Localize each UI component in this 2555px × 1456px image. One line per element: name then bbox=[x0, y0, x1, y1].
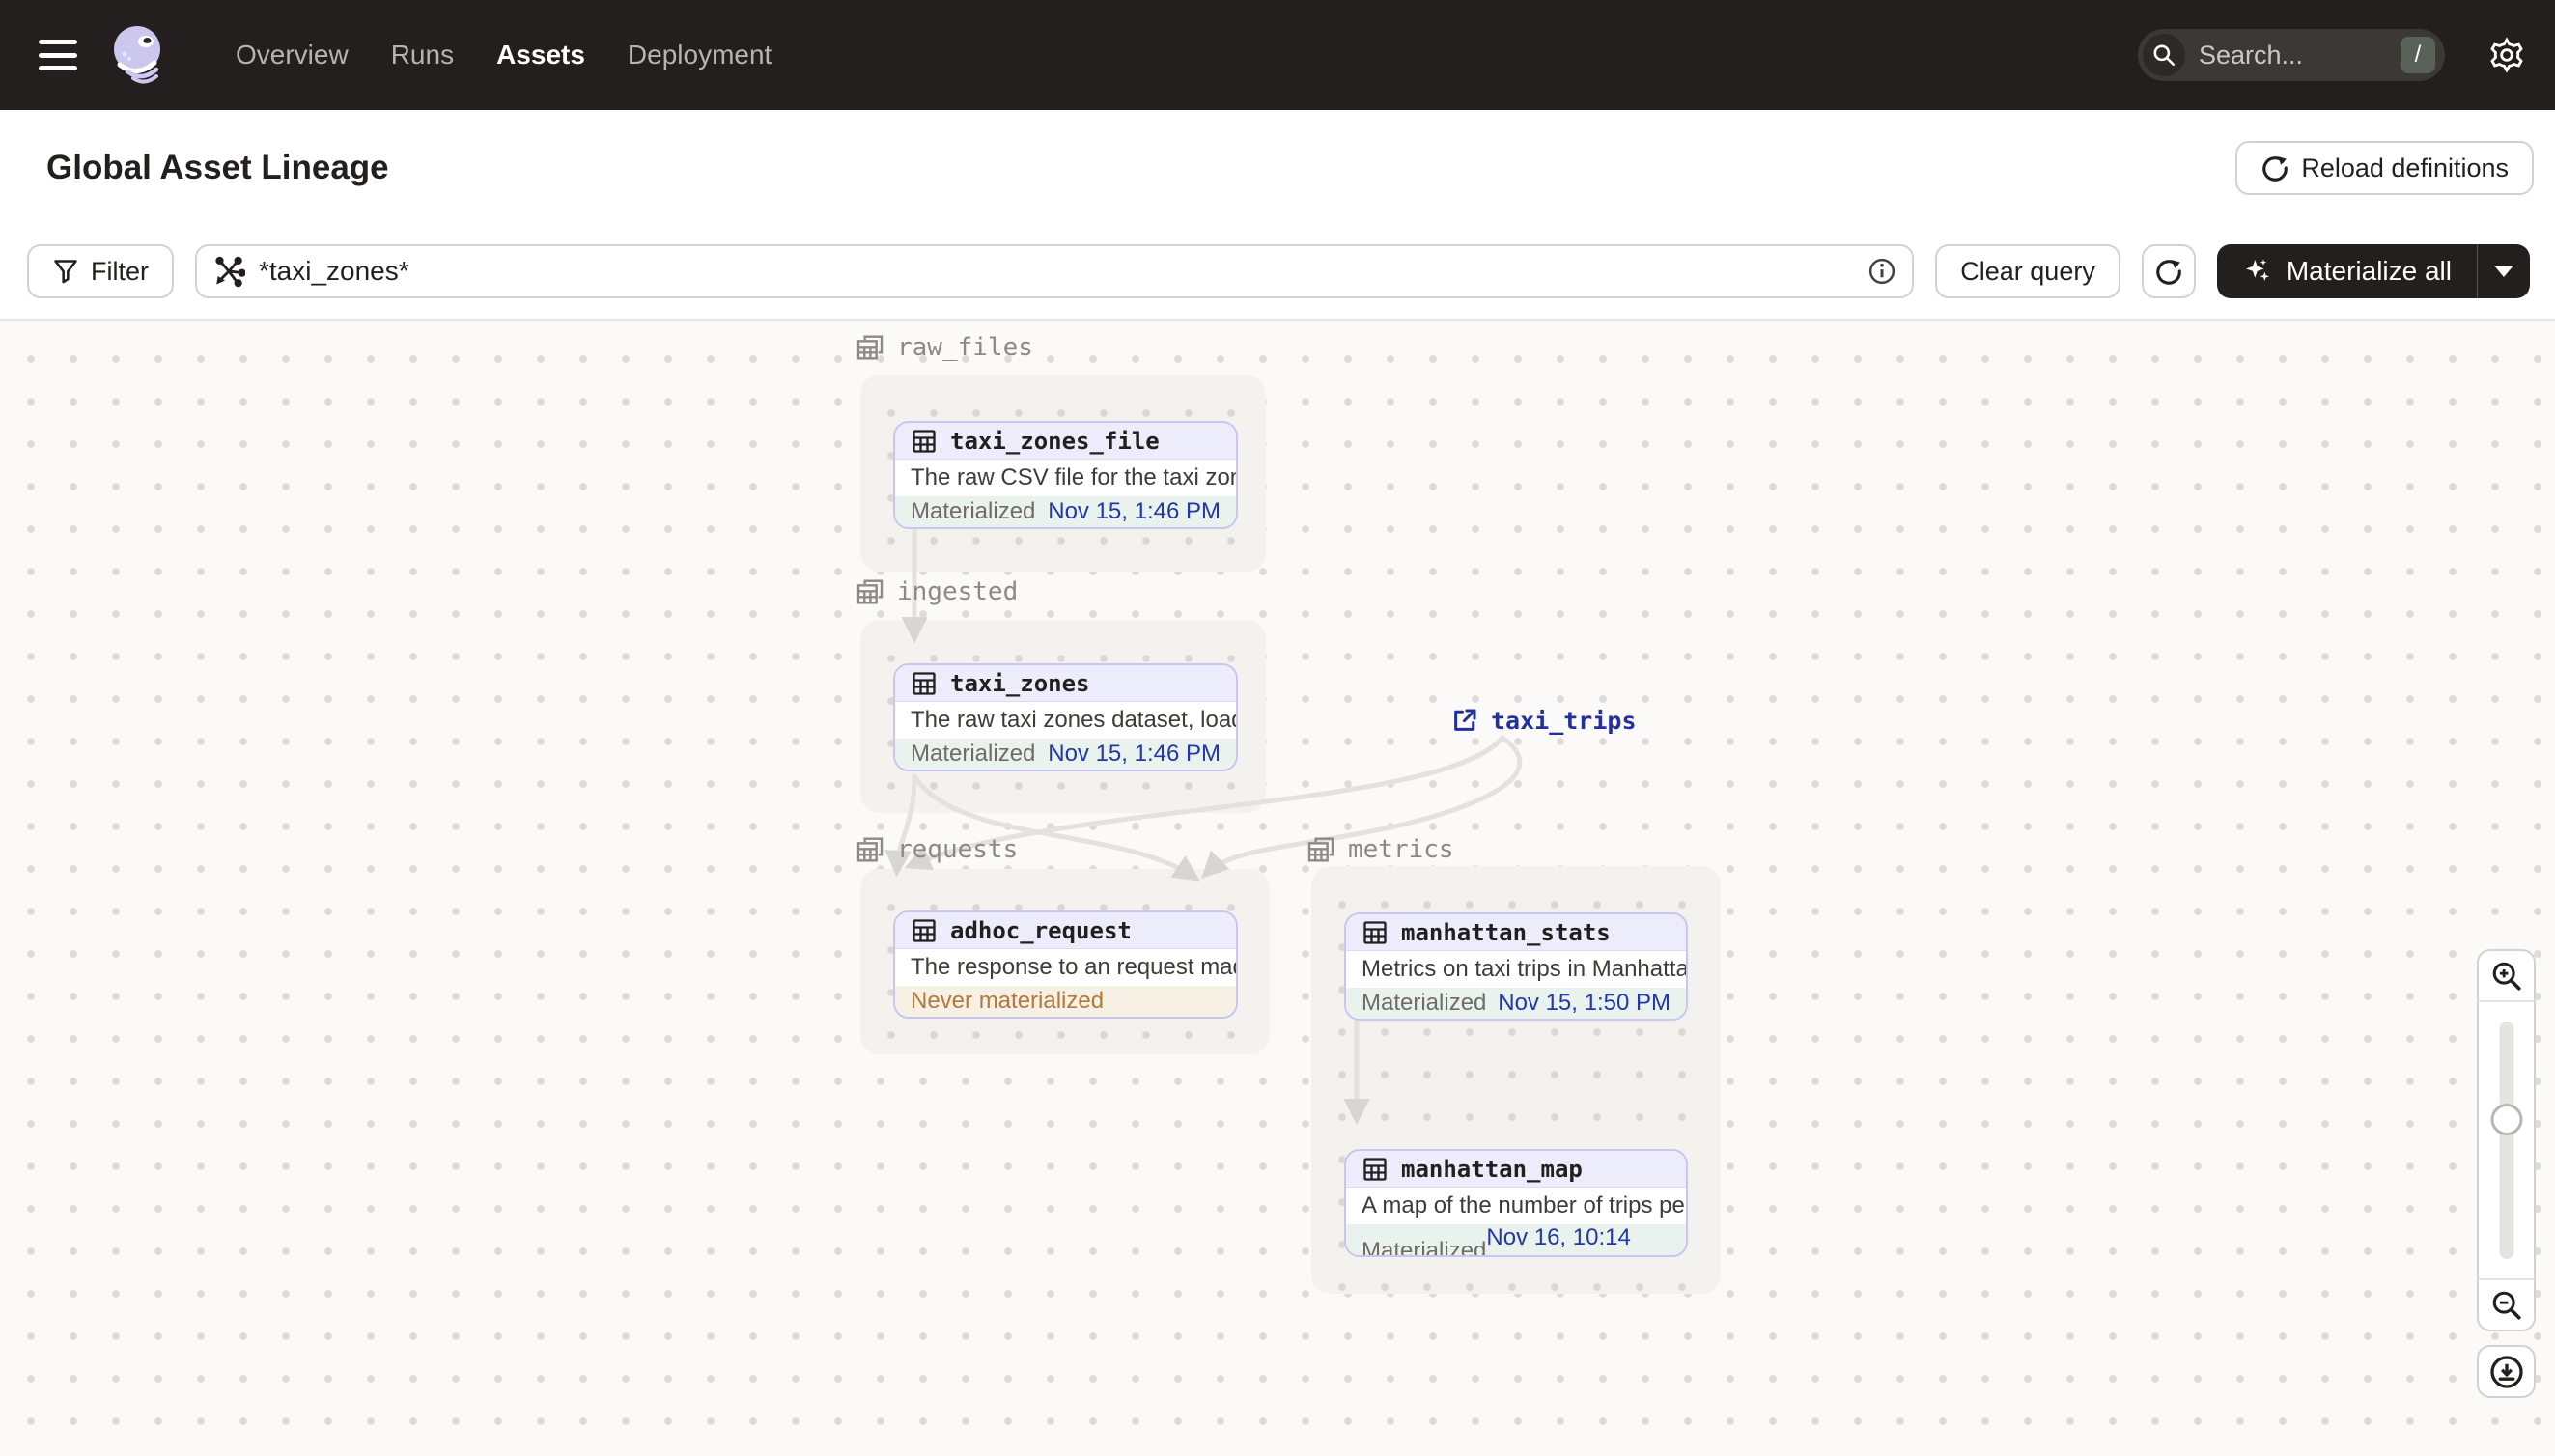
nav-item-runs[interactable]: Runs bbox=[391, 40, 454, 70]
reload-definitions-button[interactable]: Reload definitions bbox=[2235, 141, 2534, 195]
top-nav-bar: Overview Runs Assets Deployment / bbox=[0, 0, 2555, 110]
search-shortcut-badge: / bbox=[2401, 37, 2435, 73]
nav-item-deployment[interactable]: Deployment bbox=[628, 40, 772, 70]
status-timestamp[interactable]: Nov 15, 1:46 PM bbox=[1048, 498, 1221, 525]
table-group-icon bbox=[856, 837, 884, 862]
info-icon[interactable] bbox=[1867, 257, 1896, 286]
zoom-in-icon bbox=[2492, 962, 2521, 991]
asset-description: Metrics on taxi trips in Manhattan bbox=[1346, 951, 1686, 988]
group-label-metrics[interactable]: metrics bbox=[1306, 830, 1454, 869]
status-timestamp[interactable]: Nov 16, 10:14 AM bbox=[1486, 1224, 1671, 1255]
group-label-requests[interactable]: requests bbox=[855, 830, 1018, 869]
zoom-controls bbox=[2477, 949, 2536, 1398]
asset-query-field[interactable] bbox=[195, 244, 1915, 298]
table-group-icon bbox=[1307, 837, 1334, 862]
materialize-options-dropdown[interactable] bbox=[2478, 244, 2530, 298]
materialize-all-split-button: Materialize all bbox=[2216, 244, 2530, 298]
asset-name: adhoc_request bbox=[950, 916, 1132, 944]
asset-name: taxi_zones_file bbox=[950, 427, 1160, 455]
asset-node-manhattan-map[interactable]: manhattan_map A map of the number of tri… bbox=[1344, 1149, 1688, 1257]
asset-status-row: Materialized Nov 16, 10:14 AM bbox=[1346, 1224, 1686, 1257]
nav-links: Overview Runs Assets Deployment bbox=[236, 40, 772, 70]
page-header: Global Asset Lineage Reload definitions … bbox=[0, 110, 2555, 321]
asset-query-input[interactable] bbox=[259, 256, 1855, 287]
lineage-toolbar: Filter Clear query bbox=[0, 244, 2555, 298]
asset-status-row: Materialized Nov 15, 1:50 PM bbox=[1346, 988, 1686, 1019]
zoom-slider-track[interactable] bbox=[2499, 1022, 2513, 1259]
asset-description: The raw CSV file for the taxi zones dat.… bbox=[895, 460, 1236, 496]
menu-icon[interactable] bbox=[39, 40, 77, 70]
search-icon bbox=[2143, 34, 2185, 76]
asset-node-manhattan-stats[interactable]: manhattan_stats Metrics on taxi trips in… bbox=[1344, 912, 1688, 1021]
global-search[interactable]: / bbox=[2138, 29, 2445, 81]
download-icon bbox=[2489, 1355, 2523, 1388]
table-icon bbox=[1363, 920, 1387, 944]
table-icon bbox=[912, 671, 936, 695]
settings-gear-icon[interactable] bbox=[2485, 34, 2528, 76]
table-group-icon bbox=[856, 579, 884, 604]
lineage-edges bbox=[884, 528, 1523, 1126]
group-label-raw-files[interactable]: raw_files bbox=[855, 328, 1033, 367]
lineage-graph-icon bbox=[215, 256, 245, 288]
search-input[interactable] bbox=[2185, 40, 2401, 70]
refresh-icon bbox=[2262, 156, 2288, 182]
nav-item-assets[interactable]: Assets bbox=[496, 40, 585, 70]
status-timestamp[interactable]: Nov 15, 1:50 PM bbox=[1498, 990, 1671, 1017]
asset-description: The response to an request made in th... bbox=[895, 949, 1236, 986]
sparkle-icon bbox=[2245, 259, 2269, 281]
download-view-button[interactable] bbox=[2477, 1345, 2536, 1398]
clear-query-button[interactable]: Clear query bbox=[1935, 244, 2120, 298]
zoom-slider[interactable] bbox=[2477, 1000, 2536, 1280]
chevron-down-icon bbox=[2494, 266, 2513, 277]
status-label: Materialized bbox=[1362, 1238, 1487, 1257]
status-label: Materialized bbox=[1362, 990, 1487, 1016]
status-label: Materialized bbox=[911, 741, 1036, 767]
asset-name: taxi_zones bbox=[950, 669, 1090, 697]
zoom-out-button[interactable] bbox=[2477, 1278, 2536, 1331]
status-label: Never materialized bbox=[911, 988, 1105, 1014]
status-label: Materialized bbox=[911, 498, 1036, 524]
external-asset-taxi-trips[interactable]: taxi_trips bbox=[1450, 703, 1637, 738]
funnel-icon bbox=[54, 260, 77, 284]
table-icon bbox=[912, 429, 936, 453]
external-link-icon bbox=[1454, 709, 1476, 731]
table-group-icon bbox=[856, 335, 884, 360]
asset-name: manhattan_stats bbox=[1401, 918, 1611, 946]
group-label-ingested[interactable]: ingested bbox=[855, 573, 1018, 611]
asset-description: A map of the number of trips per taxi z.… bbox=[1346, 1188, 1686, 1224]
asset-description: The raw taxi zones dataset, loaded int..… bbox=[895, 702, 1236, 739]
refresh-graph-button[interactable] bbox=[2141, 244, 2196, 298]
zoom-slider-handle[interactable] bbox=[2490, 1104, 2522, 1135]
status-timestamp[interactable]: Nov 15, 1:46 PM bbox=[1048, 741, 1221, 768]
asset-node-adhoc-request[interactable]: adhoc_request The response to an request… bbox=[893, 910, 1238, 1019]
zoom-out-icon bbox=[2492, 1291, 2521, 1320]
asset-status-row: Materialized Nov 15, 1:46 PM bbox=[895, 739, 1236, 770]
page-title: Global Asset Lineage bbox=[46, 149, 389, 186]
table-icon bbox=[912, 918, 936, 942]
asset-node-taxi-zones-file[interactable]: taxi_zones_file The raw CSV file for the… bbox=[893, 421, 1238, 529]
filter-button[interactable]: Filter bbox=[27, 244, 174, 298]
zoom-in-button[interactable] bbox=[2477, 949, 2536, 1002]
dagster-logo-icon[interactable] bbox=[108, 22, 168, 88]
refresh-icon bbox=[2156, 260, 2181, 285]
table-icon bbox=[1363, 1157, 1387, 1181]
asset-node-taxi-zones[interactable]: taxi_zones The raw taxi zones dataset, l… bbox=[893, 663, 1238, 771]
nav-item-overview[interactable]: Overview bbox=[236, 40, 349, 70]
lineage-canvas[interactable]: raw_files ingested requests metrics taxi… bbox=[0, 321, 2555, 1456]
asset-status-row: Never materialized bbox=[895, 986, 1236, 1017]
materialize-all-button[interactable]: Materialize all bbox=[2217, 244, 2477, 298]
asset-name: manhattan_map bbox=[1401, 1155, 1583, 1183]
asset-status-row: Materialized Nov 15, 1:46 PM bbox=[895, 496, 1236, 527]
